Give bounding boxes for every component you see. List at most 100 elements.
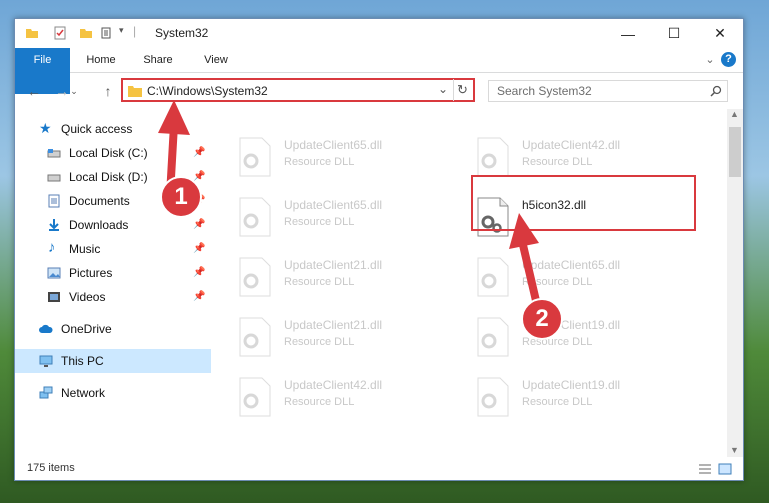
file-item[interactable]: UpdateClient65.dll Resource DLL bbox=[238, 135, 458, 181]
sidebar-item-label: Documents bbox=[69, 194, 130, 208]
recent-locations-dropdown[interactable]: ⌄ bbox=[69, 82, 79, 100]
file-type: Resource DLL bbox=[522, 396, 593, 408]
folder-icon bbox=[128, 86, 142, 97]
sidebar-item-label: Network bbox=[61, 386, 106, 400]
dll-file-icon bbox=[239, 257, 271, 297]
pin-icon: 📌 bbox=[193, 291, 206, 302]
item-count: 175 items bbox=[27, 462, 75, 474]
pin-icon: 📌 bbox=[193, 243, 206, 254]
customize-icon[interactable] bbox=[101, 26, 115, 40]
file-list: UpdateClient65.dll Resource DLL UpdateCl… bbox=[212, 109, 727, 457]
title-bar: ▾ | System32 — ☐ ✕ bbox=[15, 19, 743, 48]
file-type: Resource DLL bbox=[284, 276, 355, 288]
network-icon bbox=[39, 386, 53, 399]
sidebar-item-label: Music bbox=[69, 242, 101, 256]
vertical-scrollbar[interactable]: ▲ ▼ bbox=[727, 109, 743, 457]
file-item[interactable]: UpdateClient19.dll Resource DLL bbox=[476, 315, 696, 361]
downloads-icon bbox=[49, 219, 59, 231]
window-title: System32 bbox=[155, 26, 209, 40]
properties-icon[interactable] bbox=[53, 26, 67, 40]
drive-icon bbox=[47, 174, 61, 182]
large-icons-view-icon[interactable] bbox=[718, 463, 732, 475]
file-item[interactable]: UpdateClient19.dll Resource DLL bbox=[476, 375, 696, 421]
navigation-bar: ← → ⌄ ↑ C:\Windows\System32 ⌄ ↻ Search S… bbox=[15, 72, 743, 109]
file-name: UpdateClient42.dll bbox=[284, 378, 383, 392]
address-dropdown-icon[interactable]: ⌄ bbox=[438, 82, 448, 96]
expand-ribbon-button[interactable]: ⌄ bbox=[701, 48, 719, 72]
file-item[interactable]: UpdateClient65.dll Resource DLL bbox=[238, 195, 458, 241]
dll-file-icon bbox=[477, 317, 509, 357]
details-view-icon[interactable] bbox=[698, 463, 712, 475]
file-name: UpdateClient21.dll bbox=[284, 258, 383, 272]
file-name: UpdateClient65.dll bbox=[284, 138, 383, 152]
sidebar-item-label: This PC bbox=[61, 354, 104, 368]
scroll-up-icon[interactable]: ▲ bbox=[730, 109, 739, 119]
tab-view[interactable]: View bbox=[193, 48, 239, 72]
step-2-badge: 2 bbox=[521, 298, 563, 340]
tab-share[interactable]: Share bbox=[135, 48, 181, 72]
address-divider bbox=[453, 79, 454, 101]
folder-icon bbox=[26, 29, 38, 38]
file-explorer-window: ▾ | System32 — ☐ ✕ File Home Share View … bbox=[14, 18, 744, 481]
ribbon-tabs: File Home Share View ⌄ ? bbox=[15, 48, 743, 94]
minimize-button[interactable]: — bbox=[605, 19, 651, 48]
sidebar-item-label: Pictures bbox=[69, 266, 113, 280]
documents-icon bbox=[48, 194, 60, 208]
sidebar-item-label: Videos bbox=[69, 290, 106, 304]
refresh-icon[interactable]: ↻ bbox=[457, 82, 468, 98]
sidebar-item-pictures[interactable]: Pictures 📌 bbox=[15, 261, 211, 285]
dll-file-icon bbox=[477, 137, 509, 177]
pictures-icon bbox=[47, 267, 61, 279]
sidebar-item-label: Quick access bbox=[61, 122, 133, 136]
dll-file-icon bbox=[239, 377, 271, 417]
file-name: UpdateClient42.dll bbox=[522, 138, 621, 152]
file-name: UpdateClient65.dll bbox=[284, 198, 383, 212]
sidebar-item-label: Downloads bbox=[69, 218, 129, 232]
cloud-icon bbox=[39, 324, 53, 333]
pin-icon: 📌 bbox=[193, 219, 206, 230]
maximize-button[interactable]: ☐ bbox=[651, 19, 697, 48]
back-button[interactable]: ← bbox=[25, 82, 43, 100]
close-button[interactable]: ✕ bbox=[697, 19, 743, 48]
quick-access-dropdown[interactable]: ▾ bbox=[119, 25, 124, 36]
up-button[interactable]: ↑ bbox=[99, 82, 117, 100]
sidebar-item-music[interactable]: ♪ Music 📌 bbox=[15, 237, 211, 261]
file-type: Resource DLL bbox=[284, 396, 355, 408]
help-button[interactable]: ? bbox=[721, 52, 736, 67]
drive-icon bbox=[47, 149, 61, 158]
file-name: UpdateClient19.dll bbox=[522, 378, 621, 392]
music-icon: ♪ bbox=[48, 239, 56, 256]
dll-file-icon bbox=[239, 137, 271, 177]
file-type: Resource DLL bbox=[522, 156, 593, 168]
sidebar-item-label: Local Disk (C:) bbox=[69, 146, 148, 160]
scroll-down-icon[interactable]: ▼ bbox=[730, 445, 739, 455]
status-bar: 175 items bbox=[15, 459, 743, 480]
tab-home[interactable]: Home bbox=[78, 48, 124, 72]
scrollbar-thumb[interactable] bbox=[729, 127, 741, 177]
dll-file-icon bbox=[477, 377, 509, 417]
star-icon: ★ bbox=[39, 120, 52, 136]
file-type: Resource DLL bbox=[284, 156, 355, 168]
file-item[interactable]: UpdateClient42.dll Resource DLL bbox=[238, 375, 458, 421]
step-1-badge: 1 bbox=[160, 176, 202, 218]
sidebar-item-this-pc[interactable]: This PC bbox=[15, 349, 211, 373]
search-icon[interactable] bbox=[710, 85, 722, 97]
sidebar-item-onedrive[interactable]: OneDrive bbox=[15, 317, 211, 341]
file-type: Resource DLL bbox=[284, 336, 355, 348]
file-item[interactable]: UpdateClient21.dll Resource DLL bbox=[238, 315, 458, 361]
dll-file-icon bbox=[239, 197, 271, 237]
file-item[interactable]: UpdateClient21.dll Resource DLL bbox=[238, 255, 458, 301]
file-name: UpdateClient21.dll bbox=[284, 318, 383, 332]
sidebar-item-label: OneDrive bbox=[61, 322, 112, 336]
pc-icon bbox=[39, 355, 53, 367]
sidebar-item-network[interactable]: Network bbox=[15, 381, 211, 405]
sidebar-item-label: Local Disk (D:) bbox=[69, 170, 148, 184]
file-type: Resource DLL bbox=[284, 216, 355, 228]
search-box[interactable]: Search System32 bbox=[488, 80, 728, 102]
new-folder-icon[interactable] bbox=[79, 26, 93, 40]
videos-icon bbox=[48, 292, 60, 302]
title-separator: | bbox=[133, 24, 137, 38]
sidebar-item-videos[interactable]: Videos 📌 bbox=[15, 285, 211, 309]
pin-icon: 📌 bbox=[193, 267, 206, 278]
search-input[interactable]: Search System32 bbox=[497, 84, 592, 98]
